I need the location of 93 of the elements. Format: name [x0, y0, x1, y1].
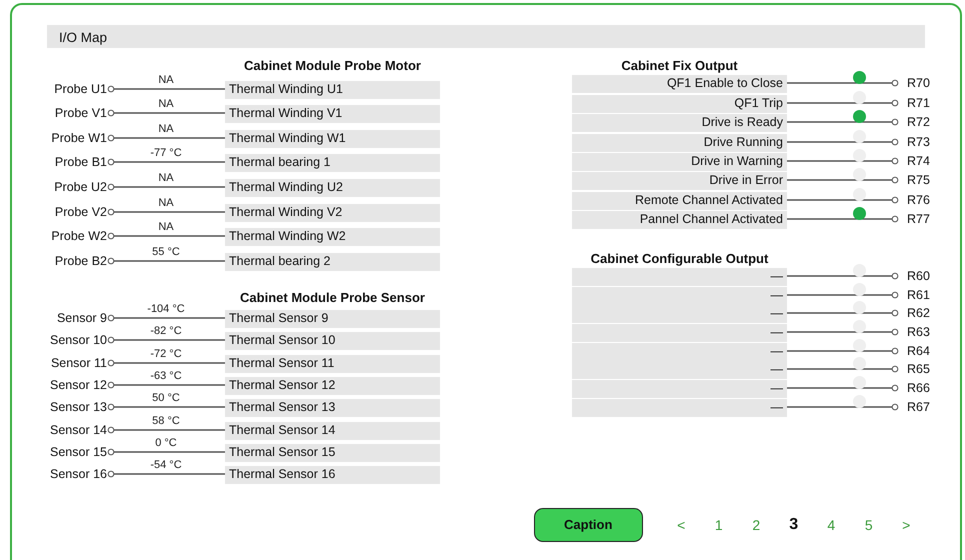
previous-page-link[interactable]: < — [662, 514, 700, 536]
channel-label: Thermal Sensor 13 — [225, 399, 440, 418]
terminal-label: R74 — [906, 152, 930, 170]
output-label: — — [572, 268, 787, 286]
probe-label: Sensor 11 — [50, 354, 107, 372]
terminal-label: R63 — [906, 324, 930, 341]
terminal-label: R72 — [906, 114, 930, 132]
probe-label: Sensor 9 — [56, 310, 107, 328]
probe-value: -72 °C — [150, 348, 182, 359]
probe-value: NA — [158, 74, 174, 85]
section-heading: Cabinet Configurable Output — [590, 251, 770, 268]
probe-value: 50 °C — [152, 393, 180, 404]
channel-label: Thermal Winding U1 — [225, 80, 440, 99]
output-label: Drive Running — [572, 134, 787, 152]
output-label: — — [572, 380, 787, 398]
page-link[interactable]: 2 — [738, 514, 775, 536]
terminal-label: R73 — [906, 134, 930, 151]
probe-label: Probe W1 — [50, 130, 107, 147]
channel-label: Thermal Sensor 16 — [225, 466, 440, 484]
probe-value: NA — [158, 198, 174, 208]
output-label: — — [572, 286, 787, 304]
output-label: QF1 Trip — [572, 94, 787, 113]
channel-label: Thermal Sensor 9 — [225, 310, 440, 328]
probe-value: NA — [158, 172, 174, 183]
channel-label: Thermal Sensor 11 — [225, 354, 440, 373]
channel-label: Thermal Sensor 10 — [225, 332, 440, 350]
probe-value: 58 °C — [152, 416, 180, 426]
probe-value: 0 °C — [155, 438, 177, 448]
page-link[interactable]: 3 — [775, 513, 812, 538]
channel-label: Thermal Winding W2 — [225, 228, 440, 246]
page-link[interactable]: 1 — [700, 514, 738, 536]
next-page-link[interactable]: > — [888, 514, 925, 536]
section-heading: Cabinet Module Probe Sensor — [239, 290, 426, 306]
probe-label: Probe V1 — [54, 105, 107, 122]
probe-label: Probe V2 — [54, 204, 107, 221]
terminal-label: R67 — [906, 398, 930, 416]
probe-label: Probe U1 — [53, 80, 107, 98]
output-label: — — [572, 398, 787, 417]
title-bar: I/O Map — [47, 25, 925, 48]
channel-label: Thermal Winding V1 — [225, 105, 440, 124]
probe-label: Probe B2 — [54, 252, 107, 270]
terminal-label: R77 — [906, 211, 930, 228]
terminal-label: R60 — [906, 268, 930, 285]
probe-label: Sensor 15 — [50, 444, 107, 461]
probe-value: -77 °C — [150, 148, 182, 158]
output-label: — — [572, 324, 787, 342]
terminal-label: R66 — [906, 380, 930, 397]
probe-value: 55 °C — [152, 246, 180, 257]
output-label: — — [572, 361, 787, 380]
probe-value: NA — [158, 124, 174, 134]
probe-label: Sensor 12 — [50, 376, 107, 394]
section-heading: Cabinet Module Probe Motor — [243, 58, 422, 74]
terminal-label: R76 — [906, 192, 930, 209]
page-link[interactable]: 4 — [812, 514, 850, 536]
probe-label: Sensor 13 — [50, 399, 107, 416]
page-link[interactable]: 5 — [850, 514, 888, 536]
probe-label: Sensor 10 — [50, 332, 107, 350]
probe-value: -82 °C — [150, 326, 182, 336]
terminal-label: R62 — [906, 305, 930, 322]
channel-label: Thermal Winding W1 — [225, 130, 440, 148]
channel-label: Thermal Sensor 14 — [225, 422, 440, 440]
terminal-label: R64 — [906, 342, 930, 360]
terminal-label: R75 — [906, 172, 930, 190]
probe-value: -54 °C — [150, 460, 182, 470]
output-label: Drive in Warning — [572, 152, 787, 171]
channel-label: Thermal Winding V2 — [225, 204, 440, 222]
probe-label: Probe B1 — [54, 154, 107, 172]
probe-value: -104 °C — [147, 304, 185, 314]
channel-label: Thermal bearing 1 — [225, 154, 440, 172]
probe-label: Probe W2 — [50, 228, 107, 246]
terminal-label: R71 — [906, 94, 930, 112]
terminal-label: R65 — [906, 361, 930, 378]
output-label: — — [572, 342, 787, 361]
output-label: Remote Channel Activated — [572, 192, 787, 210]
channel-label: Thermal Winding U2 — [225, 178, 440, 197]
channel-label: Thermal Sensor 15 — [225, 444, 440, 462]
probe-value: NA — [158, 222, 174, 232]
caption-button[interactable]: Caption — [534, 508, 642, 542]
section-heading: Cabinet Fix Output — [620, 58, 739, 74]
probe-label: Sensor 14 — [50, 422, 107, 439]
channel-label: Thermal bearing 2 — [225, 252, 440, 271]
output-label: Drive in Error — [572, 172, 787, 190]
output-label: — — [572, 305, 787, 324]
terminal-label: R61 — [906, 286, 930, 304]
output-label: QF1 Enable to Close — [572, 75, 787, 94]
probe-label: Probe U2 — [53, 178, 107, 196]
channel-label: Thermal Sensor 12 — [225, 376, 440, 395]
probe-label: Sensor 16 — [50, 466, 107, 484]
terminal-label: R70 — [906, 75, 930, 92]
output-label: Drive is Ready — [572, 114, 787, 132]
probe-value: -63 °C — [150, 370, 182, 381]
probe-value: NA — [158, 99, 174, 110]
output-label: Pannel Channel Activated — [572, 211, 787, 230]
